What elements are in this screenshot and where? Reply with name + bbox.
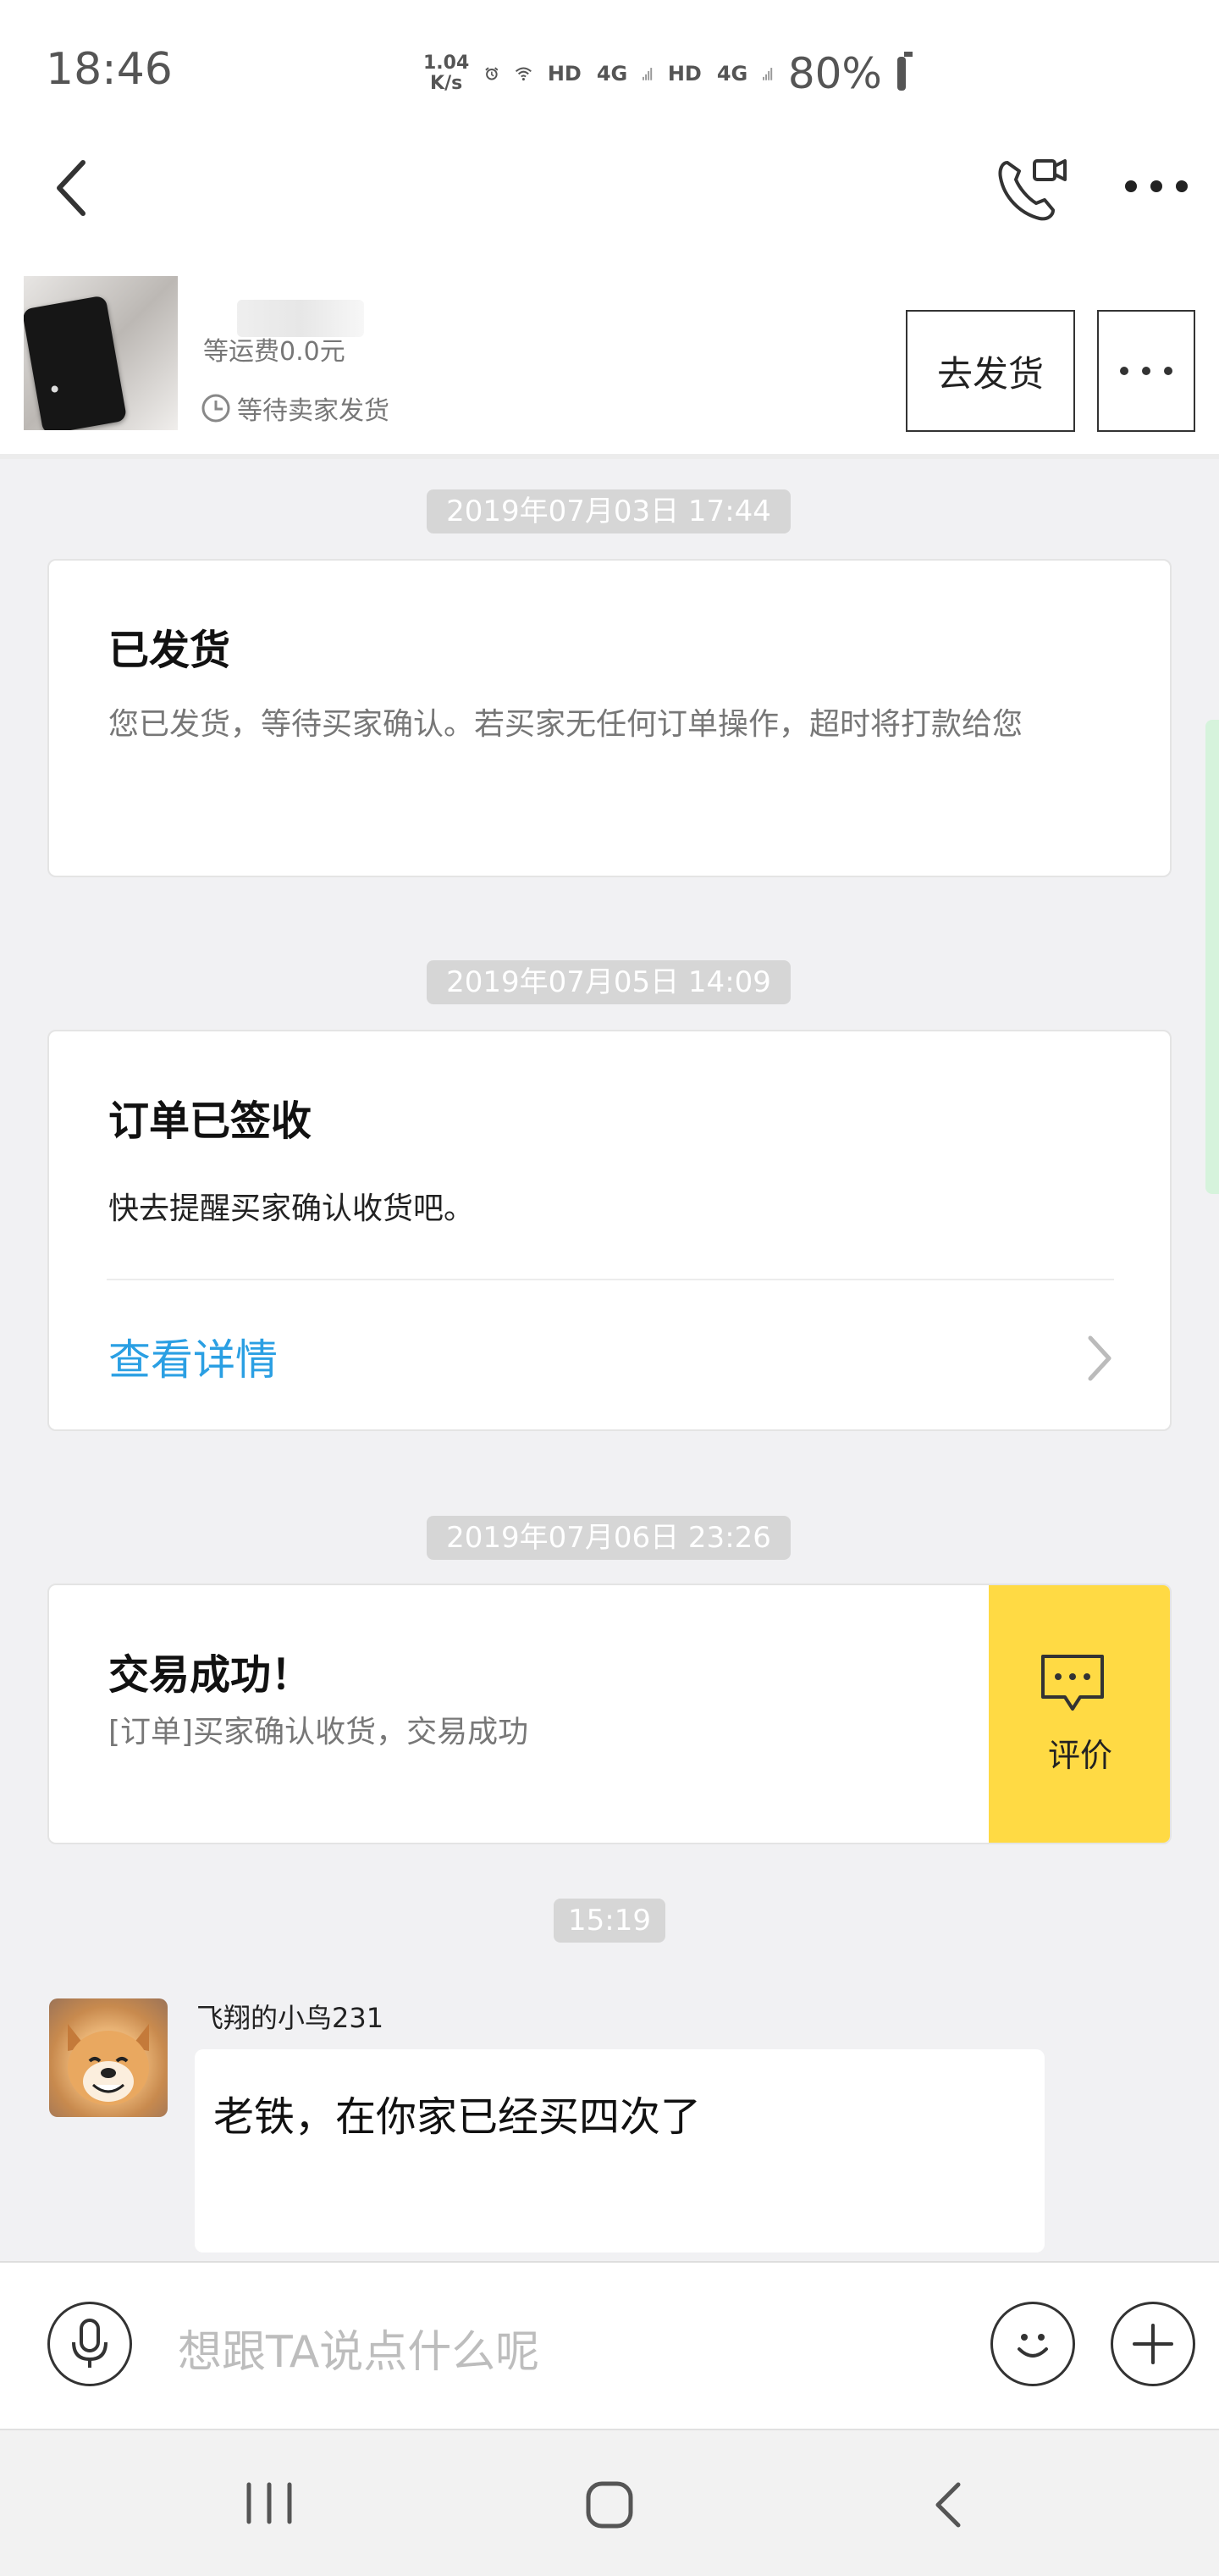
- comment-icon: [1041, 1655, 1104, 1711]
- card-title: 订单已签收: [108, 1097, 312, 1145]
- card-body: 您已发货，等待买家确认。若买家无任何订单操作，超时将打款给您: [108, 707, 1023, 742]
- order-status: 等待卖家发货: [237, 396, 389, 426]
- battery-icon: [896, 52, 913, 91]
- wifi-icon: [515, 67, 532, 81]
- emoji-button[interactable]: [990, 2302, 1075, 2386]
- recent-apps-icon[interactable]: [244, 2481, 295, 2525]
- message-bubble[interactable]: [195, 2049, 1045, 2253]
- add-attachment-button[interactable]: [1111, 2302, 1195, 2386]
- chevron-right-icon: [1088, 1335, 1111, 1381]
- net-speed-unit: K/s: [430, 73, 463, 94]
- message-timestamp: 15:19: [554, 1899, 665, 1943]
- microphone-icon: [72, 2319, 108, 2368]
- shipped-card: 已发货 您已发货，等待买家确认。若买家无任何订单操作，超时将打款给您: [47, 559, 1172, 877]
- sim2-hd-label: HD: [667, 62, 702, 86]
- home-icon[interactable]: [584, 2479, 635, 2530]
- shipping-fee: 等运费0.0元: [203, 337, 345, 367]
- trade-success-card: 交易成功！ [订单]买家确认收货，交易成功 评价: [47, 1584, 1172, 1844]
- order-status-row: 等待卖家发货: [200, 390, 389, 427]
- card-title: 交易成功！: [108, 1651, 312, 1699]
- avatar[interactable]: [49, 1998, 168, 2117]
- dog-face-icon: [68, 2024, 149, 2105]
- message-timestamp: 2019年07月03日 17:44: [427, 489, 791, 533]
- back-nav-icon[interactable]: [931, 2479, 965, 2530]
- voice-button[interactable]: [47, 2302, 132, 2386]
- sender-name: 飞翔的小鸟231: [196, 2002, 384, 2034]
- sim2-net-label: 4G: [716, 62, 748, 86]
- message-text: 老铁，在你家已经买四次了: [213, 2093, 702, 2141]
- product-thumbnail[interactable]: [24, 276, 178, 430]
- signal-icon: [763, 68, 773, 80]
- view-details-label: 查看详情: [108, 1335, 278, 1385]
- sim1-hd-label: HD: [547, 62, 582, 86]
- scroll-indicator[interactable]: [1205, 720, 1219, 1194]
- alarm-icon: [485, 67, 499, 80]
- more-icon: [1120, 367, 1172, 375]
- ship-button[interactable]: 去发货: [906, 310, 1075, 432]
- review-button[interactable]: 评价: [989, 1585, 1170, 1843]
- battery-percent: 80%: [787, 49, 882, 98]
- signal-icon: [643, 68, 653, 80]
- signed-card: 订单已签收 快去提醒买家确认收货吧。 查看详情: [47, 1030, 1172, 1431]
- net-speed: 1.04 K/s: [423, 53, 469, 94]
- video-call-icon[interactable]: [996, 152, 1068, 224]
- view-details-link[interactable]: 查看详情: [49, 1280, 1170, 1429]
- more-icon[interactable]: [1124, 178, 1189, 195]
- status-time: 18:46: [46, 44, 173, 95]
- card-title: 已发货: [108, 627, 231, 674]
- message-timestamp: 2019年07月06日 23:26: [427, 1516, 791, 1560]
- more-actions-button[interactable]: [1097, 310, 1195, 432]
- back-icon[interactable]: [51, 158, 93, 218]
- smiley-icon: [1018, 2334, 1048, 2358]
- message-timestamp: 2019年07月05日 14:09: [427, 960, 791, 1004]
- plus-icon: [1133, 2324, 1173, 2364]
- sim1-net-label: 4G: [596, 62, 628, 86]
- card-body: [订单]买家确认收货，交易成功: [108, 1715, 529, 1750]
- status-icons: 1.04 K/s HD 4G HD 4G 80%: [423, 44, 913, 103]
- review-label: 评价: [1047, 1737, 1112, 1774]
- message-input[interactable]: 想跟TA说点什么呢: [178, 2316, 539, 2380]
- clock-icon: [201, 394, 230, 423]
- card-body: 快去提醒买家确认收货吧。: [108, 1191, 475, 1226]
- net-speed-value: 1.04: [423, 53, 470, 74]
